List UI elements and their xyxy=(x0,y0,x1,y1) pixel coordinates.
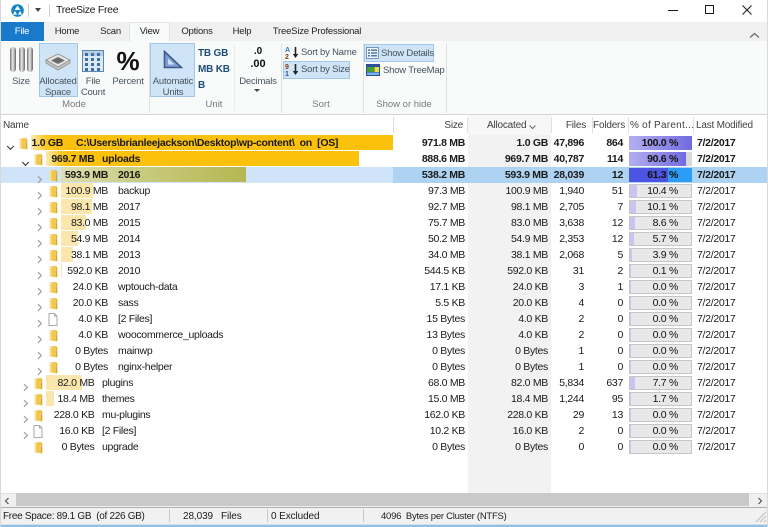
svg-text:2: 2 xyxy=(285,54,289,59)
svg-text:1: 1 xyxy=(285,71,289,76)
svg-text:9: 9 xyxy=(285,64,289,71)
svg-text:A: A xyxy=(285,47,290,54)
